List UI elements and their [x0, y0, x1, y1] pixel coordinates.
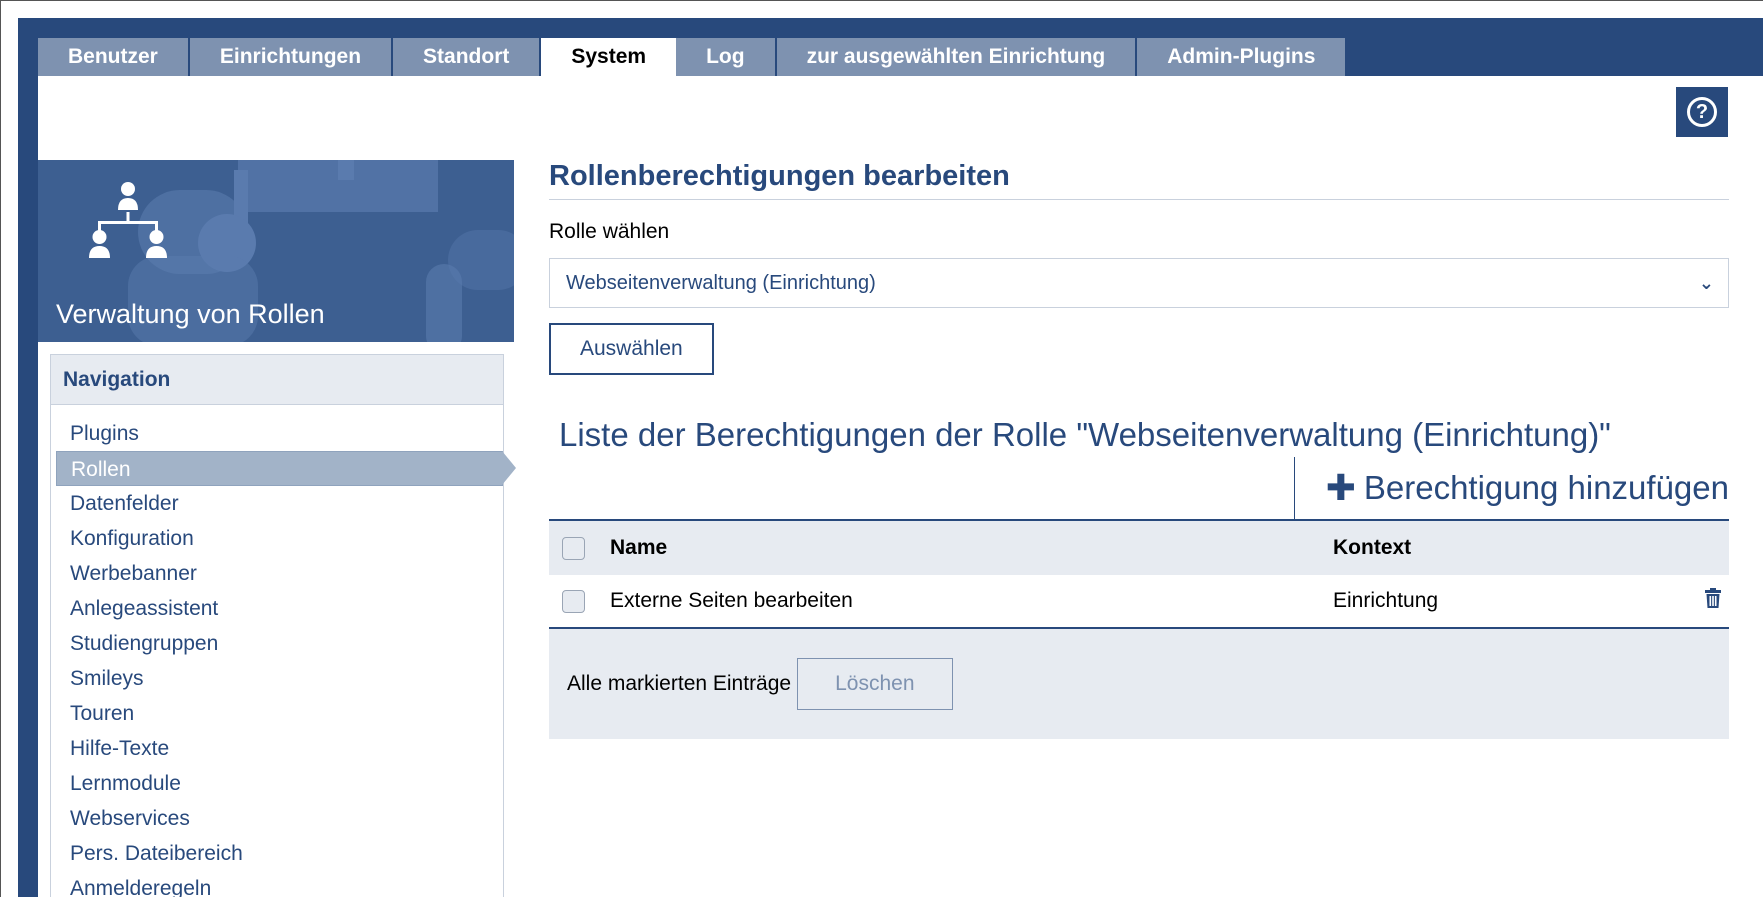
decoration — [338, 160, 354, 180]
permissions-list-caption: Liste der Berechtigungen der Rolle "Webs… — [559, 416, 1611, 453]
tab-system[interactable]: System — [541, 38, 677, 76]
main-content: Rollenberechtigungen bearbeiten Rolle wä… — [549, 160, 1729, 375]
navigation-header: Navigation — [51, 355, 503, 405]
sidebar-item-datenfelder[interactable]: Datenfelder — [51, 486, 503, 521]
tab-zur-ausgewaehlten-einrichtung[interactable]: zur ausgewählten Einrichtung — [776, 38, 1138, 76]
role-select-label: Rolle wählen — [549, 220, 670, 243]
column-header-name[interactable]: Name — [610, 536, 1333, 560]
column-header-context[interactable]: Kontext — [1333, 536, 1729, 560]
delete-button[interactable]: Löschen — [797, 658, 953, 710]
sidebar-item-smileys[interactable]: Smileys — [51, 661, 503, 696]
table-header: Name Kontext — [549, 519, 1729, 575]
help-button[interactable]: ? — [1676, 87, 1728, 137]
add-permission-label: Berechtigung hinzufügen — [1363, 469, 1729, 506]
permissions-table: Name Kontext Externe Seiten bearbeiten E… — [549, 519, 1729, 739]
permission-name: Externe Seiten bearbeiten — [610, 589, 853, 612]
trash-icon[interactable] — [1697, 588, 1729, 614]
plus-icon: ✚ — [1325, 467, 1356, 508]
role-select-value: Webseitenverwaltung (Einrichtung) — [566, 272, 876, 294]
org-chart-icon — [89, 182, 167, 258]
sidebar-item-pers-dateibereich[interactable]: Pers. Dateibereich — [51, 836, 503, 871]
sidebar-item-rollen[interactable]: Rollen — [56, 451, 516, 486]
sidebar-item-konfiguration[interactable]: Konfiguration — [51, 521, 503, 556]
sidebar-item-lernmodule[interactable]: Lernmodule — [51, 766, 503, 801]
add-permission-button[interactable]: ✚ Berechtigung hinzufügen — [1294, 457, 1729, 519]
trash-glyph — [1705, 588, 1721, 608]
main-tabs: Benutzer Einrichtungen Standort System L… — [38, 38, 1348, 76]
bulk-action-label: Alle markierten Einträge — [567, 672, 792, 695]
page-title: Rollenberechtigungen bearbeiten — [549, 160, 1729, 200]
left-border-bar — [18, 76, 38, 897]
sidebar-item-touren[interactable]: Touren — [51, 696, 503, 731]
role-select[interactable]: Webseitenverwaltung (Einrichtung) ⌄ — [549, 258, 1729, 308]
select-role-button[interactable]: Auswählen — [549, 323, 714, 375]
table-footer: Alle markierten Einträge Löschen — [549, 629, 1729, 739]
permission-context: Einrichtung — [1333, 589, 1439, 612]
sidebar-item-anmelderegeln[interactable]: Anmelderegeln — [51, 871, 503, 897]
sidebar-title: Verwaltung von Rollen — [56, 299, 325, 329]
help-circle-icon: ? — [1687, 97, 1717, 127]
tab-einrichtungen[interactable]: Einrichtungen — [189, 38, 394, 76]
decoration — [448, 230, 514, 290]
sidebar-item-studiengruppen[interactable]: Studiengruppen — [51, 626, 503, 661]
chevron-down-icon: ⌄ — [1698, 273, 1714, 293]
sidebar-item-webservices[interactable]: Webservices — [51, 801, 503, 836]
sidebar-navigation: Navigation Plugins Rollen Datenfelder Ko… — [50, 354, 516, 897]
select-all-checkbox[interactable] — [562, 536, 585, 560]
sidebar-item-plugins[interactable]: Plugins — [51, 416, 503, 451]
tab-log[interactable]: Log — [676, 38, 777, 76]
sidebar-item-werbebanner[interactable]: Werbebanner — [51, 556, 503, 591]
navigation-list: Plugins Rollen Datenfelder Konfiguration… — [51, 405, 516, 897]
tab-admin-plugins[interactable]: Admin-Plugins — [1137, 38, 1348, 76]
sidebar-header: Verwaltung von Rollen — [38, 160, 514, 342]
sidebar-item-anlegeassistent[interactable]: Anlegeassistent — [51, 591, 503, 626]
sidebar-item-hilfe-texte[interactable]: Hilfe-Texte — [51, 731, 503, 766]
table-row: Externe Seiten bearbeiten Einrichtung — [549, 575, 1729, 629]
row-checkbox[interactable] — [562, 589, 585, 613]
tab-benutzer[interactable]: Benutzer — [38, 38, 190, 76]
tab-standort[interactable]: Standort — [393, 38, 542, 76]
